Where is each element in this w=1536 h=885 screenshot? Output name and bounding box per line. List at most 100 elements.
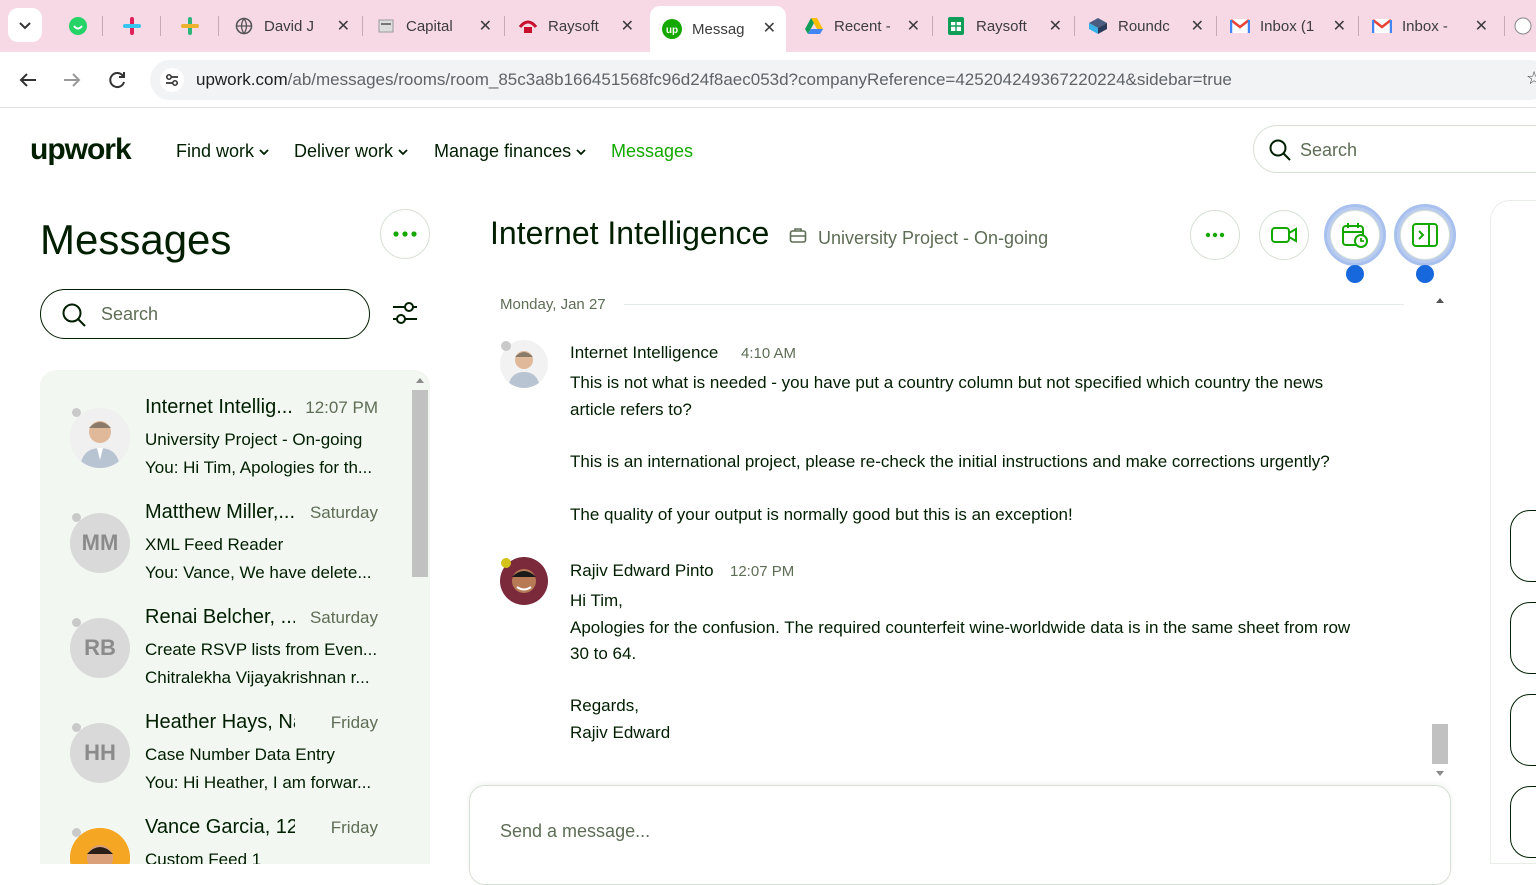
conversation-search-input[interactable]: Search [40, 289, 370, 339]
message-composer[interactable]: Send a message... [469, 785, 1451, 885]
tab-separator [932, 16, 933, 36]
conversation-subtitle: Case Number Data Entry [145, 745, 335, 764]
message-sender[interactable]: Internet Intelligence [570, 343, 718, 363]
nav-find-work[interactable]: Find work [176, 141, 270, 162]
conversation-item[interactable]: HH Heather Hays, Na... Friday Case Numbe… [40, 685, 410, 792]
calendar-clock-icon [1342, 223, 1368, 248]
tab-overflow[interactable] [1508, 8, 1536, 44]
avatar [70, 408, 130, 468]
side-panel-button[interactable] [1510, 602, 1536, 674]
toggle-sidebar-button[interactable] [1394, 204, 1456, 266]
bookmark-star-icon[interactable]: ☆ [1526, 68, 1536, 89]
close-icon[interactable]: ✕ [621, 16, 634, 36]
close-icon[interactable]: ✕ [1191, 16, 1204, 36]
scroll-up-arrow-icon[interactable] [415, 376, 425, 384]
search-placeholder: Search [1300, 140, 1358, 160]
close-icon[interactable]: ✕ [479, 16, 492, 36]
conversation-name: Internet Intellig... [145, 396, 293, 418]
forward-button[interactable] [58, 66, 86, 94]
conversation-time: Friday [330, 713, 378, 732]
tab-7[interactable]: Inbox (1 ✕ [1218, 8, 1356, 44]
scrollbar-thumb[interactable] [412, 390, 428, 577]
scrollbar-thumb[interactable] [1432, 724, 1448, 764]
scroll-up-arrow-icon[interactable] [1435, 296, 1445, 304]
pinned-tab-slack-2[interactable] [168, 8, 212, 44]
search-placeholder: Search [101, 304, 159, 324]
close-icon[interactable]: ✕ [907, 16, 920, 36]
tab-4[interactable]: Recent - ✕ [792, 8, 930, 44]
chat-contract-subtitle[interactable]: University Project - On-going [818, 228, 1048, 249]
presence-dot [72, 828, 81, 837]
more-horizontal-icon [393, 231, 417, 237]
url-field[interactable]: upwork.com/ab/messages/rooms/room_85c3a8… [150, 60, 1536, 100]
side-panel-button[interactable] [1510, 510, 1536, 582]
tab-8[interactable]: Inbox - ✕ [1360, 8, 1498, 44]
tab-label: Inbox - [1402, 17, 1448, 35]
message-text-line: Rajiv Edward [570, 723, 671, 742]
tab-1[interactable]: Capital ✕ [364, 8, 502, 44]
video-camera-icon [1271, 227, 1297, 243]
chevron-down-icon [398, 148, 408, 155]
conversation-time: 12:07 PM [305, 398, 378, 417]
side-panel-button[interactable] [1510, 786, 1536, 858]
messages-title: Messages [40, 216, 232, 263]
close-icon[interactable]: ✕ [337, 16, 350, 36]
global-search-input[interactable]: Search [1253, 125, 1536, 173]
upwork-logo[interactable]: upwork [30, 133, 132, 167]
tab-search-button[interactable] [8, 8, 42, 42]
close-icon[interactable]: ✕ [1049, 16, 1062, 36]
gmail-icon [1372, 16, 1392, 36]
tab-2[interactable]: Raysoft ✕ [506, 8, 644, 44]
tab-separator [1358, 16, 1359, 36]
conversation-subtitle: XML Feed Reader [145, 535, 284, 554]
tab-separator [218, 16, 219, 36]
chat-more-button[interactable] [1190, 210, 1240, 260]
conversation-item[interactable]: MM Matthew Miller,... Saturday XML Feed … [40, 475, 410, 582]
tab-5[interactable]: Raysoft ✕ [934, 8, 1072, 44]
tab-separator [1074, 16, 1075, 36]
tab-0[interactable]: David J ✕ [222, 8, 360, 44]
slack-icon [122, 16, 142, 36]
conversation-item[interactable]: Internet Intellig... 12:07 PM University… [40, 370, 410, 477]
sidebar-more-button[interactable] [380, 209, 430, 259]
scroll-down-arrow-icon[interactable] [1435, 770, 1445, 778]
close-icon[interactable]: ✕ [1475, 16, 1488, 36]
conversation-name: Vance Garcia, 12T... [145, 816, 295, 838]
nav-deliver-work[interactable]: Deliver work [294, 141, 409, 162]
message-thread-scrollbar[interactable] [1430, 290, 1450, 784]
site-header: upwork Find work Deliver work Manage fin… [0, 109, 1536, 191]
message-time: 4:10 AM [741, 345, 797, 362]
conversation-item[interactable]: Vance Garcia, 12T... Friday Custom Feed … [40, 790, 410, 864]
conversation-item[interactable]: RB Renai Belcher, ... Saturday Create RS… [40, 580, 410, 687]
tab-3-active[interactable]: up Messag ✕ [650, 6, 786, 52]
back-button[interactable] [14, 66, 42, 94]
tab-separator [362, 16, 363, 36]
filter-button[interactable] [390, 298, 420, 328]
briefcase-icon [789, 226, 807, 249]
schedule-meeting-button[interactable] [1324, 204, 1386, 266]
url-text: upwork.com/ab/messages/rooms/room_85c3a8… [196, 70, 1232, 90]
message-text-line: Apologies for the confusion. The require… [570, 618, 1351, 637]
nav-manage-finances[interactable]: Manage finances [434, 141, 587, 162]
presence-dot [72, 723, 81, 732]
tab-label: Messag [692, 20, 745, 38]
site-settings-icon[interactable] [160, 68, 184, 92]
conversation-subtitle: Custom Feed 1 [145, 850, 262, 864]
nav-messages[interactable]: Messages [611, 141, 693, 162]
message-sender[interactable]: Rajiv Edward Pinto [570, 561, 714, 581]
close-icon[interactable]: ✕ [1333, 16, 1346, 36]
pinned-tab-slack[interactable] [110, 8, 154, 44]
side-panel-button[interactable] [1510, 694, 1536, 766]
chevron-down-icon [576, 148, 586, 155]
conversation-list-scrollbar[interactable] [410, 372, 430, 864]
pinned-tab-whatsapp[interactable] [56, 8, 96, 44]
address-bar-row: upwork.com/ab/messages/rooms/room_85c3a8… [0, 52, 1536, 108]
tab-6[interactable]: Roundc ✕ [1076, 8, 1214, 44]
reload-button[interactable] [103, 66, 131, 94]
tab-separator [504, 16, 505, 36]
message-text-line: The quality of your output is normally g… [570, 505, 1073, 524]
close-icon[interactable]: ✕ [763, 18, 776, 38]
video-call-button[interactable] [1259, 210, 1309, 260]
gmail-icon [1230, 16, 1250, 36]
nav-label: Find work [176, 141, 255, 161]
